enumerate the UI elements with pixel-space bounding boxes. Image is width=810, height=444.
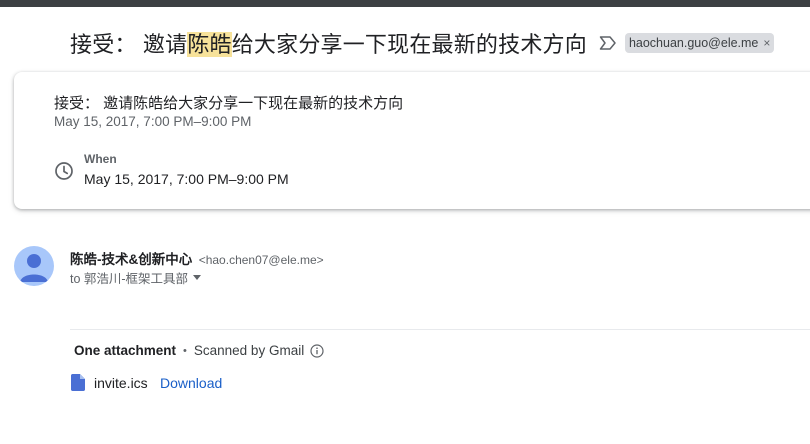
file-icon <box>71 374 85 391</box>
remove-label-icon[interactable]: × <box>763 36 770 50</box>
when-value: May 15, 2017, 7:00 PM–9:00 PM <box>84 171 289 187</box>
subject-suffix: 给大家分享一下现在最新的技术方向 <box>231 32 587 57</box>
recipient-details[interactable]: to 郭浩川-框架工具部 <box>70 268 202 287</box>
sender-email: <hao.chen07@ele.me> <box>198 253 324 267</box>
when-label: When <box>84 152 117 166</box>
scan-status: Scanned by Gmail <box>193 343 305 358</box>
email-subject: 接受： 邀请陈皓给大家分享一下现在最新的技术方向 <box>70 27 587 59</box>
attachment-header: One attachment • Scanned by Gmail <box>74 343 324 358</box>
separator-dot: • <box>183 344 187 357</box>
sender-line: 陈皓-技术&创新中心 <hao.chen07@ele.me> <box>70 248 324 269</box>
attachment-count: One attachment <box>74 343 177 358</box>
attachment-file-name[interactable]: invite.ics <box>94 375 148 391</box>
info-icon[interactable] <box>310 343 324 358</box>
subject-highlight: 陈皓 <box>187 32 232 57</box>
clock-icon <box>55 162 73 180</box>
label-chip[interactable]: haochuan.guo@ele.me × <box>624 33 775 53</box>
calendar-invite-card: 接受： 邀请陈皓给大家分享一下现在最新的技术方向 May 15, 2017, 7… <box>14 72 810 209</box>
avatar[interactable] <box>14 246 54 286</box>
sender-name[interactable]: 陈皓-技术&创新中心 <box>70 252 192 267</box>
invite-title: 接受： 邀请陈皓给大家分享一下现在最新的技术方向 <box>54 95 404 112</box>
chevron-down-icon[interactable] <box>193 275 202 280</box>
label-chip-text: haochuan.guo@ele.me <box>628 36 759 50</box>
recipient-text: to 郭浩川-框架工具部 <box>70 272 189 286</box>
invite-date-range: May 15, 2017, 7:00 PM–9:00 PM <box>54 114 252 129</box>
person-icon <box>20 254 48 282</box>
subject-row: 接受： 邀请陈皓给大家分享一下现在最新的技术方向 haochuan.guo@el… <box>70 27 775 59</box>
important-marker-icon[interactable] <box>599 35 617 51</box>
attachment-divider <box>70 329 810 330</box>
top-bar <box>0 0 810 7</box>
subject-prefix: 接受： 邀请 <box>70 32 188 57</box>
download-link[interactable]: Download <box>160 375 222 391</box>
